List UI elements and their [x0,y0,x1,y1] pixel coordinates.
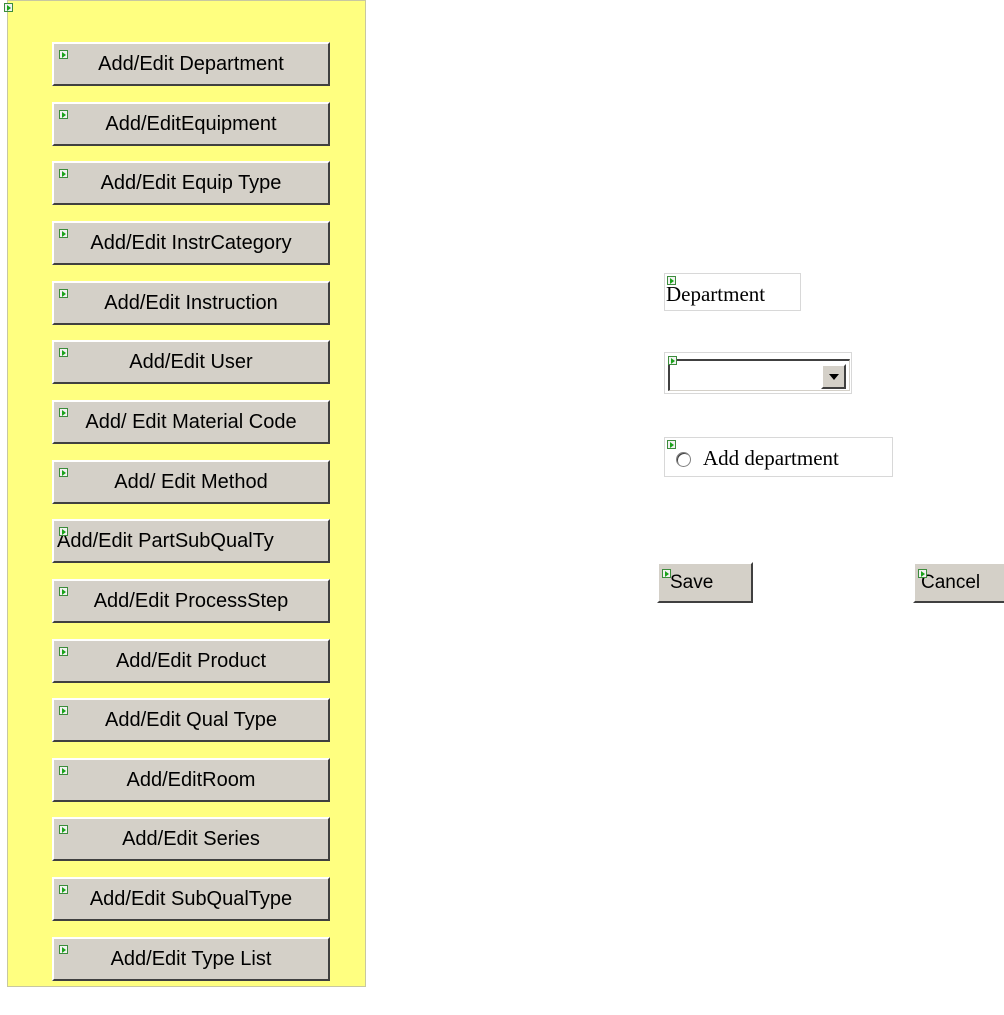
marker-icon [59,945,68,954]
add-edit-series-button[interactable]: Add/Edit Series [52,817,330,861]
save-button[interactable]: Save [657,562,753,603]
cancel-button[interactable]: Cancel [913,562,1004,603]
add-edit-material-code-button[interactable]: Add/ Edit Material Code [52,400,330,444]
button-label: Add/Edit PartSubQualTy [57,529,274,552]
button-label: Add/Edit InstrCategory [90,231,292,254]
add-edit-room-button[interactable]: Add/EditRoom [52,758,330,802]
marker-icon [667,276,676,285]
add-edit-product-button[interactable]: Add/Edit Product [52,639,330,683]
add-edit-equipment-button[interactable]: Add/EditEquipment [52,102,330,146]
add-edit-department-button[interactable]: Add/Edit Department [52,42,330,86]
add-edit-type-list-button[interactable]: Add/Edit Type List [52,937,330,981]
marker-icon [59,408,68,417]
add-edit-instr-category-button[interactable]: Add/Edit InstrCategory [52,221,330,265]
button-label: Add/Edit Department [98,52,284,75]
add-edit-process-step-button[interactable]: Add/Edit ProcessStep [52,579,330,623]
marker-icon [59,706,68,715]
marker-icon [59,229,68,238]
department-select[interactable] [664,352,852,394]
button-label: Add/ Edit Method [114,470,268,493]
department-label: Department [664,273,801,311]
marker-icon [667,440,676,449]
button-label: Add/Edit Qual Type [105,708,277,731]
add-edit-sub-qual-type-button[interactable]: Add/Edit SubQualType [52,877,330,921]
button-label: Add/EditEquipment [105,112,277,135]
add-edit-equip-type-button[interactable]: Add/Edit Equip Type [52,161,330,205]
button-label: Add/Edit User [129,350,253,373]
marker-icon [59,348,68,357]
marker-icon [59,647,68,656]
button-label: Add/Edit Equip Type [100,171,282,194]
button-label: Add/EditRoom [126,768,256,791]
cancel-button-label: Cancel [921,572,981,593]
add-edit-method-button[interactable]: Add/ Edit Method [52,460,330,504]
marker-icon [59,766,68,775]
marker-icon [59,50,68,59]
page-marker-icon [4,3,13,12]
button-label: Add/Edit ProcessStep [93,589,289,612]
add-edit-qual-type-button[interactable]: Add/Edit Qual Type [52,698,330,742]
chevron-down-icon[interactable] [821,364,846,389]
marker-icon [668,356,677,365]
add-edit-instruction-button[interactable]: Add/Edit Instruction [52,281,330,325]
add-department-option[interactable]: Add department [664,437,893,477]
marker-icon [59,468,68,477]
marker-icon [59,110,68,119]
marker-icon [662,569,671,578]
sidebar: Add/Edit Department Add/EditEquipment Ad… [7,0,366,987]
marker-icon [59,825,68,834]
marker-icon [59,169,68,178]
button-label: Add/Edit Series [122,827,260,850]
marker-icon [59,289,68,298]
add-department-radio-label: Add department [703,446,839,470]
marker-icon [59,587,68,596]
marker-icon [59,885,68,894]
button-label: Add/Edit Product [115,649,267,672]
button-label: Add/Edit SubQualType [89,887,293,910]
marker-icon [918,569,927,578]
button-label: Add/Edit Type List [110,947,272,970]
department-label-text: Department [666,282,766,306]
button-label: Add/ Edit Material Code [85,410,297,433]
button-label: Add/Edit Instruction [104,291,278,314]
save-button-label: Save [670,572,714,593]
department-select-field[interactable] [668,359,850,391]
add-edit-part-sub-qual-type-button[interactable]: Add/Edit PartSubQualTy [52,519,330,563]
add-edit-user-button[interactable]: Add/Edit User [52,340,330,384]
add-department-radio[interactable] [676,452,691,467]
marker-icon [59,527,68,536]
